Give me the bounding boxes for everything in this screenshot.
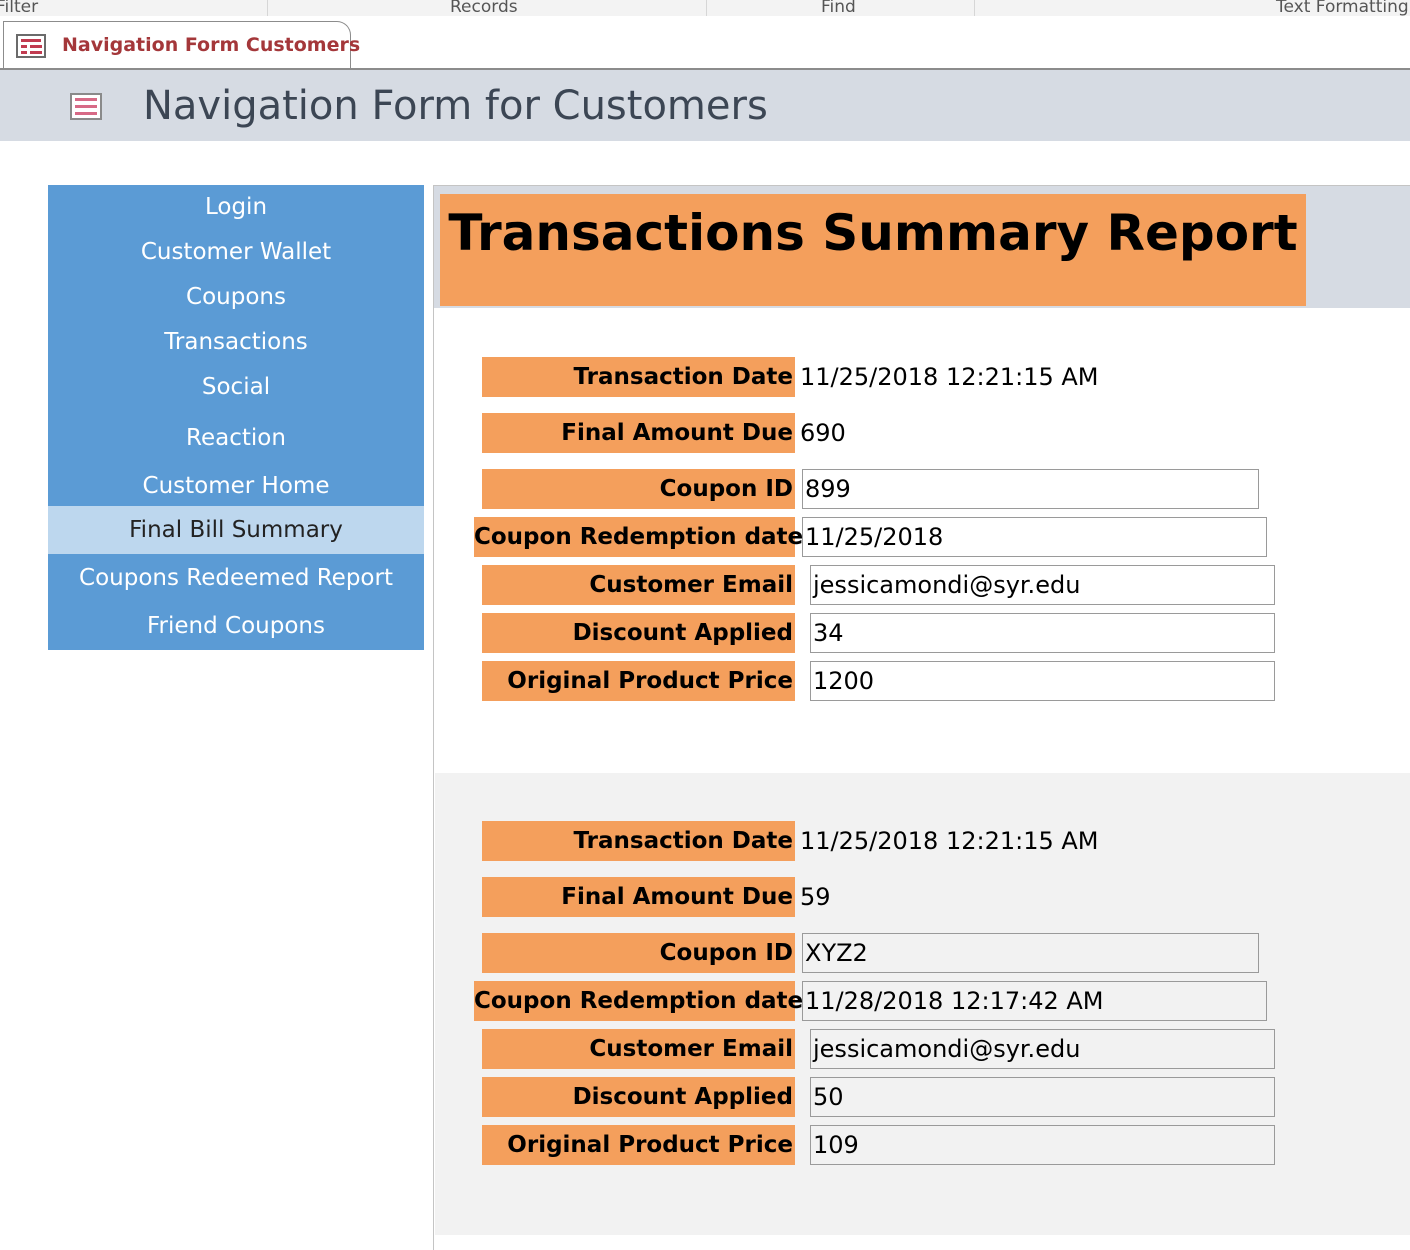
field-customer-email[interactable]: jessicamondi@syr.edu <box>810 565 1275 605</box>
report-record: Transaction Date 11/25/2018 12:21:15 AM … <box>435 308 1410 773</box>
navigation-menu: Login Customer Wallet Coupons Transactio… <box>48 185 424 650</box>
value-final-amount-due: 690 <box>800 419 846 447</box>
field-coupon-id[interactable]: 899 <box>802 469 1259 509</box>
label-coupon-redemption-date: Coupon Redemption date <box>474 981 803 1021</box>
ribbon-group-text-formatting: Text Formatting <box>1276 0 1409 17</box>
label-transaction-date: Transaction Date <box>482 821 795 861</box>
document-tab-bar: Navigation Form Customers <box>0 16 1410 70</box>
nav-item-customer-home[interactable]: Customer Home <box>48 464 424 508</box>
label-coupon-redemption-date: Coupon Redemption date <box>474 517 803 557</box>
ribbon-separator <box>267 0 268 16</box>
report-header: Transactions Summary Report <box>434 185 1410 308</box>
ribbon-separator <box>706 0 707 16</box>
label-final-amount-due: Final Amount Due <box>482 413 795 453</box>
label-coupon-id: Coupon ID <box>482 933 795 973</box>
document-tab[interactable]: Navigation Form Customers <box>3 21 360 68</box>
ribbon-group-records: Records <box>450 0 518 17</box>
report-title: Transactions Summary Report <box>448 204 1298 262</box>
label-discount-applied: Discount Applied <box>482 613 795 653</box>
form-title: Navigation Form for Customers <box>143 83 768 129</box>
label-customer-email: Customer Email <box>482 1029 795 1069</box>
ribbon-separator <box>974 0 975 16</box>
ribbon-group-find: Find <box>821 0 856 17</box>
label-discount-applied: Discount Applied <box>482 1077 795 1117</box>
label-transaction-date: Transaction Date <box>482 357 795 397</box>
value-transaction-date: 11/25/2018 12:21:15 AM <box>800 363 1099 391</box>
field-customer-email[interactable]: jessicamondi@syr.edu <box>810 1029 1275 1069</box>
nav-item-final-bill-summary[interactable]: Final Bill Summary <box>48 506 424 554</box>
document-tab-title: Navigation Form Customers <box>62 34 361 56</box>
nav-item-social[interactable]: Social <box>48 365 424 409</box>
label-original-product-price: Original Product Price <box>482 661 795 701</box>
nav-item-login[interactable]: Login <box>48 185 424 229</box>
label-original-product-price: Original Product Price <box>482 1125 795 1165</box>
report-panel: Transactions Summary Report Transaction … <box>433 185 1410 1250</box>
value-final-amount-due: 59 <box>800 883 831 911</box>
nav-item-coupons-redeemed-report[interactable]: Coupons Redeemed Report <box>48 556 424 600</box>
form-icon <box>70 93 102 120</box>
field-original-product-price[interactable]: 109 <box>810 1125 1275 1165</box>
report-record: Transaction Date 11/25/2018 12:21:15 AM … <box>435 773 1410 1235</box>
field-coupon-redemption-date[interactable]: 11/25/2018 <box>802 517 1267 557</box>
ribbon-group-captions: Filter Records Find Text Formatting <box>0 0 1410 17</box>
value-transaction-date: 11/25/2018 12:21:15 AM <box>800 827 1099 855</box>
field-original-product-price[interactable]: 1200 <box>810 661 1275 701</box>
label-coupon-id: Coupon ID <box>482 469 795 509</box>
label-customer-email: Customer Email <box>482 565 795 605</box>
ribbon-group-filter: Filter <box>0 0 39 17</box>
nav-item-coupons[interactable]: Coupons <box>48 275 424 319</box>
nav-item-transactions[interactable]: Transactions <box>48 320 424 364</box>
nav-item-friend-coupons[interactable]: Friend Coupons <box>48 604 424 648</box>
nav-item-reaction[interactable]: Reaction <box>48 416 424 460</box>
form-header: Navigation Form for Customers <box>0 70 1410 141</box>
field-discount-applied[interactable]: 50 <box>810 1077 1275 1117</box>
field-coupon-id[interactable]: XYZ2 <box>802 933 1259 973</box>
report-title-box: Transactions Summary Report <box>440 194 1306 306</box>
nav-item-customer-wallet[interactable]: Customer Wallet <box>48 230 424 274</box>
label-final-amount-due: Final Amount Due <box>482 877 795 917</box>
form-icon <box>16 34 46 58</box>
field-discount-applied[interactable]: 34 <box>810 613 1275 653</box>
field-coupon-redemption-date[interactable]: 11/28/2018 12:17:42 AM <box>802 981 1267 1021</box>
